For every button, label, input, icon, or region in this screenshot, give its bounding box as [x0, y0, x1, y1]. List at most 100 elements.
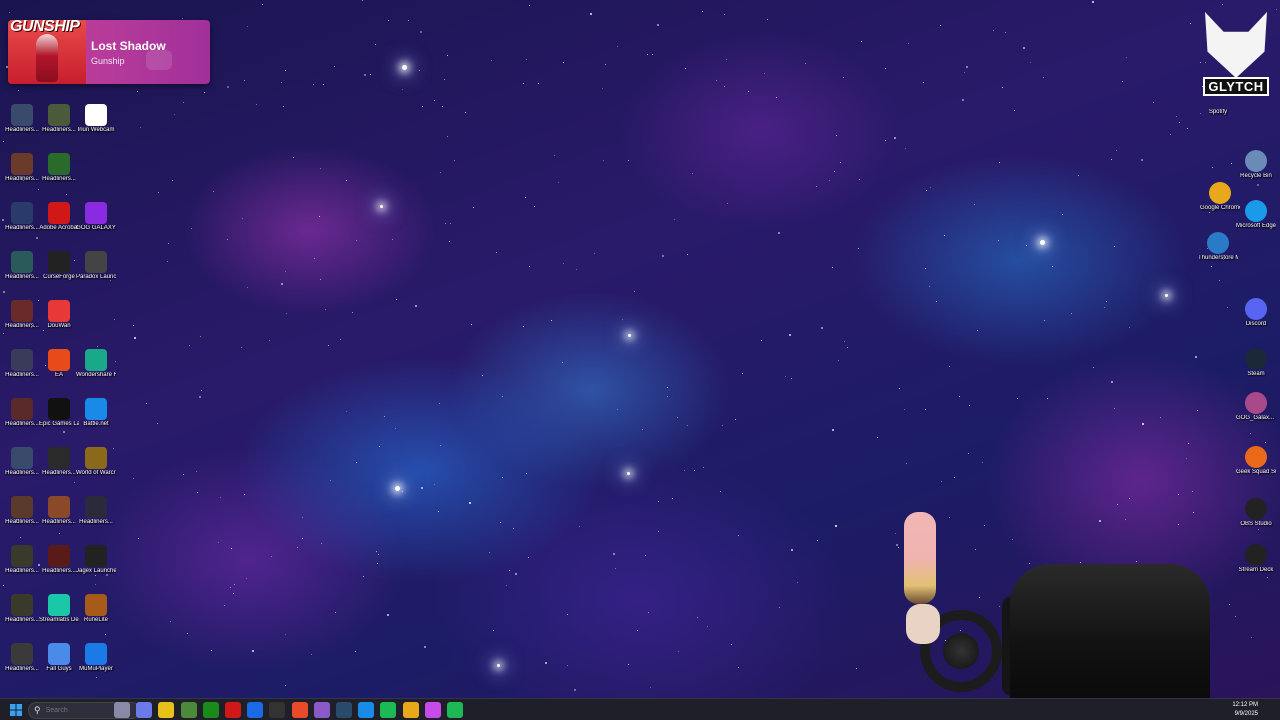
desktop-icon-headliners[interactable]: Headliners... [2, 643, 42, 673]
desktop-icon-headliners[interactable]: Headliners... [2, 251, 42, 281]
desktop-icon-steam[interactable]: Steam [1236, 348, 1276, 378]
taskbar-spotify-icon[interactable] [380, 702, 396, 718]
desktop-icon-douwan[interactable]: DouWan [39, 300, 79, 330]
clock-date: 9/9/2025 [1234, 711, 1258, 717]
star [977, 330, 978, 331]
star [1126, 57, 1127, 58]
desktop[interactable]: GUNSHIP Lost Shadow Gunship Headliners..… [0, 0, 1280, 698]
star [785, 376, 786, 377]
desktop-icon-headliners[interactable]: Headliners... [39, 496, 79, 526]
desktop-icon-headliners[interactable]: Headliners... [2, 398, 42, 428]
star [602, 88, 603, 89]
taskbar-file-explorer-icon[interactable] [158, 702, 174, 718]
desktop-icon-thunderstore-mod-mana[interactable]: Thunderstore Mod Mana... [1198, 232, 1238, 262]
taskbar-store-icon[interactable] [247, 702, 263, 718]
star [311, 654, 312, 655]
desktop-icon-iriun-webcam[interactable]: Iriun Webcam [76, 104, 116, 134]
star [1129, 327, 1130, 328]
taskbar-spotify-2-icon[interactable] [447, 702, 463, 718]
star [856, 668, 857, 669]
star [356, 462, 357, 463]
star [493, 630, 494, 631]
taskbar-widgets-icon[interactable] [114, 702, 130, 718]
desktop-icon-headliners[interactable]: Headliners... [2, 545, 42, 575]
taskbar-xbox-icon[interactable] [203, 702, 219, 718]
desktop-icon-epic-games-launcher[interactable]: Epic Games Launcher [39, 398, 79, 428]
star [789, 334, 791, 336]
desktop-icon-obs-studio[interactable]: OBS Studio [1236, 498, 1276, 528]
desktop-icon-world-of-warcraft[interactable]: World of Warcraft [76, 447, 116, 477]
desktop-icon-headliners[interactable]: Headliners... [2, 104, 42, 134]
desktop-icon-headliners[interactable]: Headliners... [2, 349, 42, 379]
star [622, 319, 623, 320]
desktop-icon-curseforge[interactable]: CurseForge [39, 251, 79, 281]
desktop-icon-headliners[interactable]: Headliners... [39, 447, 79, 477]
desktop-icon-fall-guys[interactable]: Fall Guys [39, 643, 79, 673]
star [1114, 246, 1115, 247]
taskbar-steam-icon[interactable] [336, 702, 352, 718]
star [363, 576, 364, 577]
star [735, 419, 736, 420]
star [1186, 458, 1187, 459]
desktop-icon-streamlabs-desktop[interactable]: Streamlabs Desktop [39, 594, 79, 624]
desktop-icon-headliners[interactable]: Headliners... [2, 153, 42, 183]
taskbar-edge-icon[interactable] [358, 702, 374, 718]
desktop-icon-headliners[interactable]: Headliners... [2, 594, 42, 624]
desktop-icon-paradox-launcher-v2[interactable]: Paradox Launcher v2 [76, 251, 116, 281]
desktop-icon-microsoft-edge[interactable]: Microsoft Edge [1236, 200, 1276, 230]
star [628, 664, 629, 665]
taskbar-adobe-icon[interactable] [225, 702, 241, 718]
desktop-icon-headliners[interactable]: Headliners... [2, 447, 42, 477]
star [650, 687, 651, 688]
start-button[interactable] [8, 702, 24, 718]
star [574, 689, 576, 691]
desktop-icon-gog-galaxy[interactable]: GOG GALAXY [76, 202, 116, 232]
media-flyout[interactable]: GUNSHIP Lost Shadow Gunship [8, 20, 210, 84]
desktop-icon-geek-squad-support-exe[interactable]: Geek Squad Support.exe [1236, 446, 1276, 476]
desktop-icon-headliners[interactable]: Headliners... [39, 545, 79, 575]
taskbar-photos-icon[interactable] [314, 702, 330, 718]
media-controls[interactable] [146, 50, 172, 70]
desktop-icon-runelite[interactable]: RuneLite [76, 594, 116, 624]
star [1014, 110, 1015, 111]
taskbar-minecraft-icon[interactable] [181, 702, 197, 718]
desktop-icon-label: Headliners... [5, 421, 39, 427]
star [440, 445, 441, 446]
star [1209, 212, 1210, 213]
star [286, 313, 287, 314]
desktop-icon-gog-galax-shortcut[interactable]: GOG_Galax... - Shortcut [1236, 392, 1276, 422]
taskbar-git-icon[interactable] [292, 702, 308, 718]
desktop-icon-wondershare-filmora-14[interactable]: Wondershare Filmora 14 [76, 349, 116, 379]
system-clock[interactable]: 12:12 PM 9/9/2025 [1232, 701, 1258, 719]
desktop-icon-battle-net[interactable]: Battle.net [76, 398, 116, 428]
taskbar-obs-icon[interactable] [269, 702, 285, 718]
star [230, 587, 231, 588]
star [998, 240, 999, 241]
star [562, 362, 563, 363]
star [502, 477, 503, 478]
desktop-icon-adobe-acrobat[interactable]: Adobe Acrobat [39, 202, 79, 232]
star [328, 345, 329, 346]
taskbar-streamlabs-icon[interactable] [425, 702, 441, 718]
desktop-icon-mumuplayer[interactable]: MuMuPlayer [76, 643, 116, 673]
desktop-icon-stream-deck[interactable]: Stream Deck [1236, 544, 1276, 574]
desktop-icon-headliners[interactable]: Headliners... [2, 496, 42, 526]
desktop-icon-ea[interactable]: EA [39, 349, 79, 379]
taskbar-copilot-icon[interactable] [136, 702, 152, 718]
taskbar-chrome-icon[interactable] [403, 702, 419, 718]
star [281, 283, 283, 285]
desktop-icon-jagex-launcher[interactable]: Jagex Launcher [76, 545, 116, 575]
star [648, 612, 649, 613]
desktop-icon-google-chrome[interactable]: Google Chrome [1200, 182, 1240, 212]
desktop-icon-headliners[interactable]: Headliners... [39, 153, 79, 183]
star [63, 431, 65, 433]
desktop-icon-discord[interactable]: Discord [1236, 298, 1276, 328]
desktop-icon-headliners[interactable]: Headliners... [76, 496, 116, 526]
desktop-icon-recycle-bin[interactable]: Recycle Bin [1236, 150, 1276, 180]
star [1052, 266, 1053, 267]
star [3, 333, 4, 334]
star [1122, 81, 1123, 82]
desktop-icon-headliners[interactable]: Headliners... [2, 202, 42, 232]
desktop-icon-headliners[interactable]: Headliners... [39, 104, 79, 134]
desktop-icon-headliners[interactable]: Headliners... [2, 300, 42, 330]
